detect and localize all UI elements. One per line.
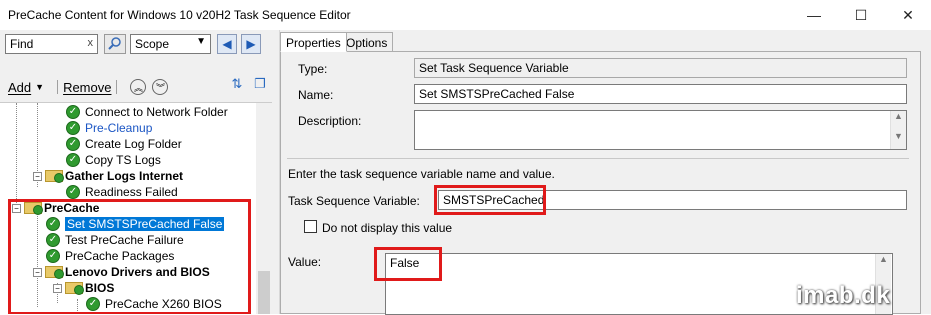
add-menu-button[interactable]: Add — [8, 80, 31, 95]
scroll-up-icon[interactable]: ▲ — [891, 111, 906, 121]
sort-icon[interactable]: ⇅ — [228, 75, 246, 93]
description-scrollbar[interactable]: ▲ ▼ — [890, 111, 906, 149]
folder-icon — [45, 170, 64, 183]
tree-item-label: Create Log Folder — [85, 137, 182, 151]
watermark: imab.dk — [796, 282, 891, 309]
collapse-icon[interactable]: − — [33, 171, 42, 181]
description-field[interactable] — [414, 110, 907, 150]
type-label: Type: — [298, 62, 328, 76]
highlight-box — [8, 199, 251, 314]
chevron-down-icon: ▼ — [196, 36, 206, 47]
do-not-display-checkbox[interactable] — [304, 220, 317, 233]
tree-item[interactable]: ✓ Readiness Failed — [66, 184, 178, 200]
move-up-icon[interactable]: ︽ — [130, 79, 147, 95]
success-check-icon: ✓ — [66, 153, 80, 167]
caret-down-icon[interactable]: ▼ — [35, 82, 44, 92]
tree-group[interactable]: − Gather Logs Internet — [33, 168, 183, 184]
find-button[interactable] — [104, 34, 126, 54]
success-check-icon: ✓ — [66, 105, 80, 119]
tree-item-label: Readiness Failed — [85, 185, 178, 199]
name-label: Name: — [298, 88, 334, 102]
success-check-icon: ✓ — [66, 185, 80, 199]
description-label: Description: — [298, 114, 362, 128]
instruction-text: Enter the task sequence variable name an… — [288, 167, 555, 181]
find-input[interactable]: Find x — [5, 34, 98, 54]
next-match-button[interactable]: ▶ — [241, 34, 261, 54]
maximize-button[interactable]: ☐ — [838, 0, 884, 30]
close-button[interactable]: ✕ — [885, 0, 931, 30]
toolbar-separator — [116, 80, 118, 94]
previous-match-button[interactable]: ◀ — [217, 34, 237, 54]
task-sequence-pane: Find x Scope ▼ ◀ ▶ Add ▼ Remove ︽ ︾ ⇅ ❐ … — [0, 30, 272, 314]
tab-options[interactable]: Options — [340, 32, 394, 52]
tree-item[interactable]: ✓ Pre-Cleanup — [66, 120, 152, 136]
scroll-up-icon[interactable]: ▲ — [876, 254, 891, 264]
find-clear-button[interactable]: x — [88, 37, 94, 49]
remove-button[interactable]: Remove — [63, 80, 111, 95]
scope-select-value: Scope — [135, 37, 170, 51]
scrollbar-thumb[interactable] — [258, 271, 270, 314]
type-field: Set Task Sequence Variable — [414, 58, 907, 78]
toolbar-separator — [57, 80, 59, 94]
window-title: PreCache Content for Windows 10 v20H2 Ta… — [8, 8, 351, 22]
arrow-left-icon: ◀ — [222, 37, 232, 51]
tree-item[interactable]: ✓ Connect to Network Folder — [66, 104, 228, 120]
task-sequence-tree: ✓ Connect to Network Folder ✓ Pre-Cleanu… — [0, 102, 272, 314]
value-label: Value: — [288, 255, 322, 269]
tree-group-label: Gather Logs Internet — [65, 169, 184, 183]
search-icon — [108, 37, 121, 50]
scope-select[interactable]: Scope ▼ — [130, 34, 211, 54]
tree-item[interactable]: ✓ Copy TS Logs — [66, 152, 161, 168]
highlight-box — [434, 185, 546, 215]
arrow-right-icon: ▶ — [246, 37, 256, 51]
tree-toolbar: Add ▼ Remove ︽ ︾ — [8, 77, 169, 97]
tab-properties[interactable]: Properties — [280, 32, 347, 52]
tree-scrollbar[interactable] — [256, 103, 272, 314]
tree-item[interactable]: ✓ Create Log Folder — [66, 136, 182, 152]
divider — [287, 158, 909, 159]
tsvar-label: Task Sequence Variable: — [288, 194, 420, 208]
minimize-button[interactable]: — — [791, 0, 837, 30]
success-check-icon: ✓ — [66, 121, 80, 135]
group-icon[interactable]: ❐ — [251, 75, 269, 93]
highlight-box — [374, 247, 442, 281]
name-field[interactable]: Set SMSTSPreCached False — [414, 84, 907, 104]
title-bar: PreCache Content for Windows 10 v20H2 Ta… — [0, 0, 931, 30]
tree-item-label: Connect to Network Folder — [85, 105, 228, 119]
properties-panel: Type: Set Task Sequence Variable Name: S… — [280, 51, 921, 315]
find-input-value: Find — [10, 37, 34, 51]
tree-item-label: Copy TS Logs — [85, 153, 161, 167]
move-down-icon[interactable]: ︾ — [152, 79, 169, 95]
do-not-display-label: Do not display this value — [322, 221, 453, 235]
properties-pane: Properties Options Type: Set Task Sequen… — [280, 30, 931, 315]
success-check-icon: ✓ — [66, 137, 80, 151]
tree-item-label: Pre-Cleanup — [85, 121, 153, 135]
pane-splitter[interactable] — [272, 30, 280, 314]
scroll-down-icon[interactable]: ▼ — [891, 131, 906, 141]
